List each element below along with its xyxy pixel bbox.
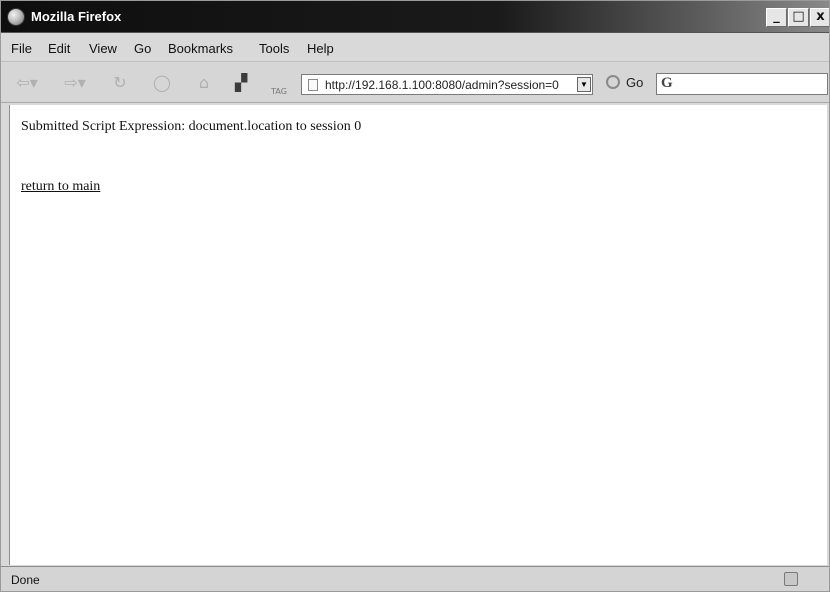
window-title: Mozilla Firefox bbox=[31, 9, 122, 24]
status-bar: Done bbox=[1, 566, 829, 591]
forward-icon[interactable]: ⇨▾ bbox=[63, 73, 87, 93]
bookmark-icon[interactable]: ▞ bbox=[230, 73, 252, 93]
menu-bookmarks[interactable]: Bookmarks bbox=[168, 41, 233, 56]
browser-window: Mozilla Firefox _ □ x File Edit View Go … bbox=[0, 0, 830, 592]
menu-view[interactable]: View bbox=[89, 41, 117, 56]
search-engine-icon[interactable]: G bbox=[661, 75, 673, 92]
address-bar[interactable]: http://192.168.1.100:8080/admin?session=… bbox=[301, 74, 593, 95]
menu-help[interactable]: Help bbox=[307, 41, 334, 56]
close-button[interactable]: x bbox=[810, 8, 829, 27]
stop-icon[interactable]: ◯ bbox=[151, 73, 173, 93]
menu-tools[interactable]: Tools bbox=[259, 41, 289, 56]
address-dropdown-icon[interactable]: ▼ bbox=[577, 77, 591, 92]
back-icon[interactable]: ⇦▾ bbox=[15, 73, 39, 93]
security-icon[interactable] bbox=[784, 572, 798, 586]
tag-icon[interactable]: TAG bbox=[267, 82, 291, 102]
firefox-logo-icon bbox=[7, 8, 25, 26]
maximize-button[interactable]: □ bbox=[788, 8, 809, 27]
reload-icon[interactable]: ↻ bbox=[109, 73, 131, 93]
menu-go[interactable]: Go bbox=[134, 41, 151, 56]
address-input[interactable]: http://192.168.1.100:8080/admin?session=… bbox=[325, 78, 575, 92]
page-icon bbox=[308, 79, 318, 91]
submitted-message: Submitted Script Expression: document.lo… bbox=[21, 119, 362, 134]
menu-edit[interactable]: Edit bbox=[48, 41, 70, 56]
menu-file[interactable]: File bbox=[11, 41, 32, 56]
menu-bar: File Edit View Go Bookmarks Tools Help bbox=[1, 34, 829, 62]
minimize-button[interactable]: _ bbox=[766, 8, 787, 27]
page-content: Submitted Script Expression: document.lo… bbox=[9, 105, 827, 565]
return-to-main-link[interactable]: return to main bbox=[21, 179, 100, 195]
home-icon[interactable]: ⌂ bbox=[193, 73, 215, 93]
go-button[interactable]: Go bbox=[626, 75, 643, 90]
status-text: Done bbox=[11, 573, 40, 587]
search-box[interactable]: G bbox=[656, 73, 828, 95]
title-bar[interactable]: Mozilla Firefox _ □ x bbox=[1, 1, 829, 33]
go-icon[interactable] bbox=[606, 75, 620, 89]
navigation-toolbar: ⇦▾ ⇨▾ ↻ ◯ ⌂ ▞ TAG http://192.168.1.100:8… bbox=[1, 63, 829, 103]
